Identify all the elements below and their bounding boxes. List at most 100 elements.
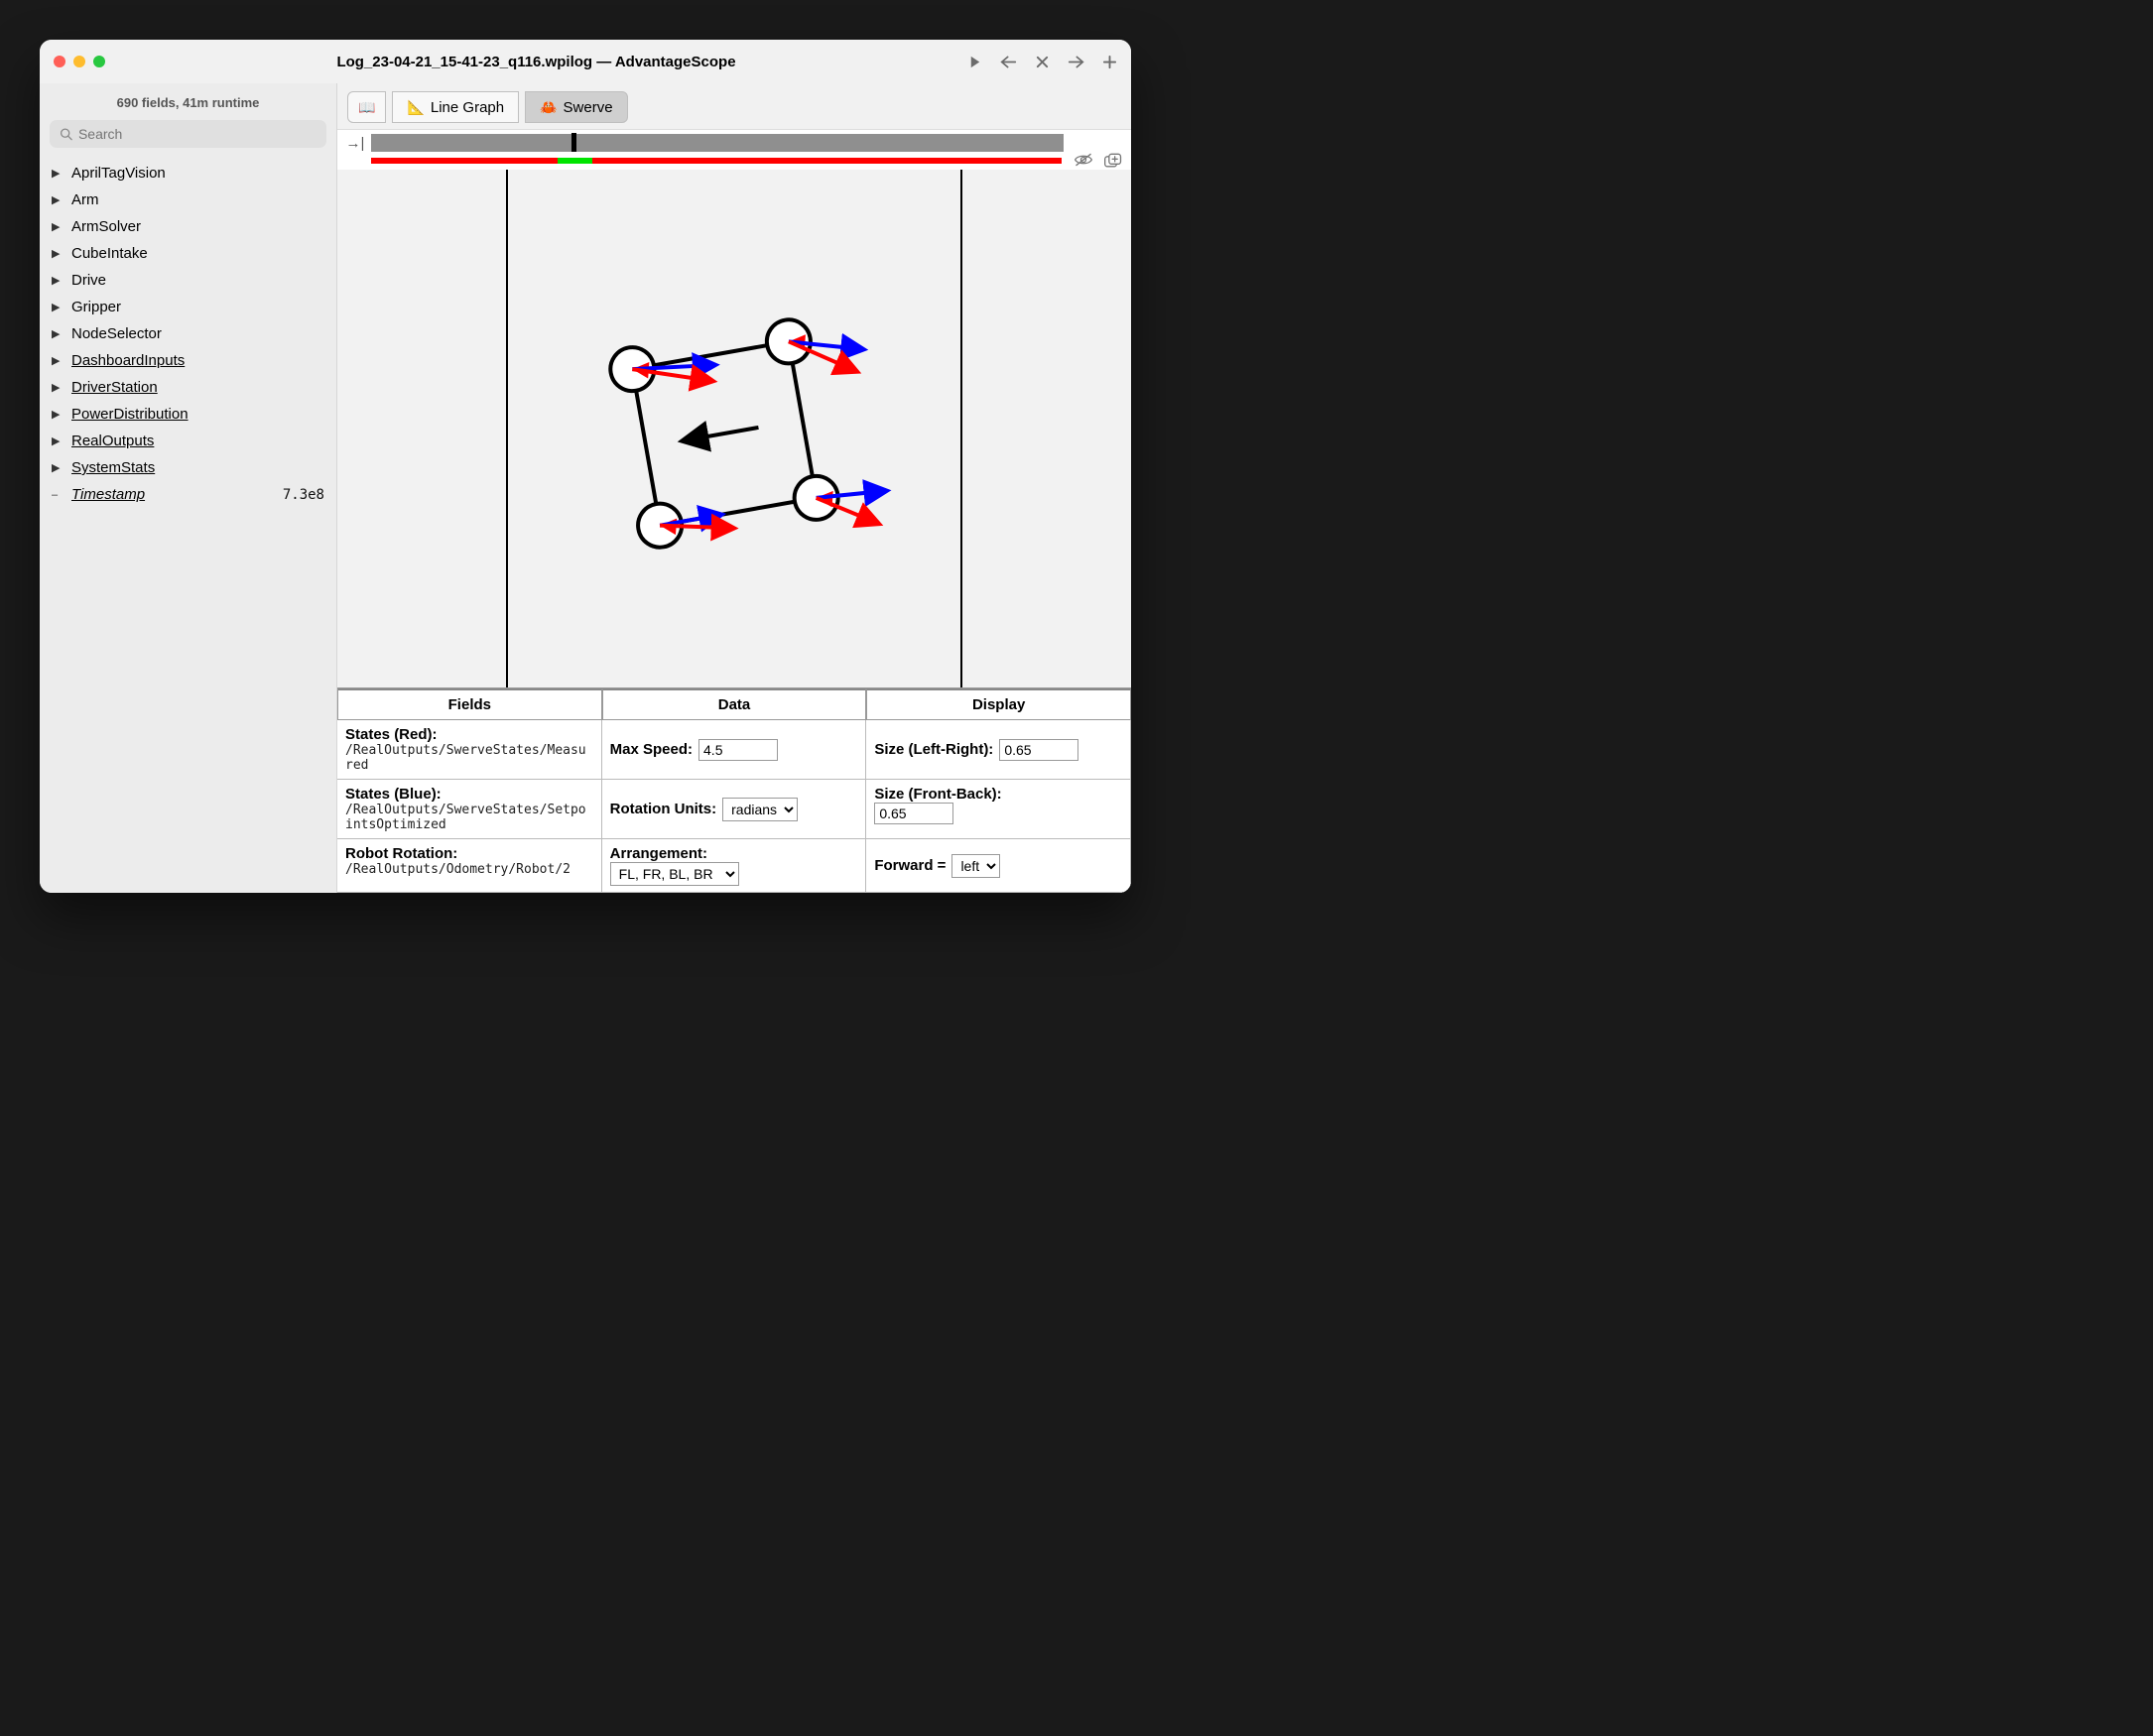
tree-item-systemstats[interactable]: ▶SystemStats	[50, 454, 326, 481]
play-icon[interactable]	[967, 55, 982, 69]
tree-item-arm[interactable]: ▶Arm	[50, 186, 326, 213]
tree-item-drive[interactable]: ▶ Drive	[50, 267, 326, 294]
titlebar-actions	[967, 55, 1117, 69]
disclosure-triangle-icon[interactable]: ▶	[52, 354, 62, 367]
display-label: Forward =	[874, 857, 946, 874]
tree-item-dashboardinputs[interactable]: ▶ DashboardInputs	[50, 347, 326, 374]
display-select[interactable]: left	[951, 854, 1000, 878]
display-input[interactable]	[999, 739, 1078, 761]
tree-item-label: DriverStation	[71, 379, 324, 396]
tab-icon: 📐	[407, 99, 424, 116]
search-input[interactable]	[78, 126, 317, 142]
data-select[interactable]: radians	[722, 798, 798, 821]
tree-item-label: Drive	[71, 272, 324, 289]
timeline-cursor[interactable]	[571, 133, 576, 153]
config-field-cell[interactable]: States (Blue):/RealOutputs/SwerveStates/…	[337, 780, 602, 839]
close-window-button[interactable]	[54, 56, 65, 67]
disclosure-triangle-icon[interactable]: ▶	[52, 193, 62, 206]
disclosure-triangle-icon[interactable]: ▶	[52, 247, 62, 260]
tree-item-nodeselector[interactable]: ▶ NodeSelector	[50, 320, 326, 347]
tree-item-realoutputs[interactable]: ▶ RealOutputs	[50, 428, 326, 454]
data-label: Rotation Units:	[610, 801, 716, 817]
search-box[interactable]	[50, 120, 326, 148]
tab-icon: 🦀	[540, 99, 557, 116]
disclosure-triangle-icon[interactable]: –	[52, 489, 62, 501]
close-icon[interactable]	[1035, 55, 1050, 69]
tree-item-apriltagvision[interactable]: ▶ AprilTagVision	[50, 160, 326, 186]
config-header: Fields	[337, 688, 602, 720]
config-data-cell: Rotation Units: radians	[602, 780, 867, 839]
maximize-window-button[interactable]	[93, 56, 105, 67]
config-field-cell[interactable]: Robot Rotation:/RealOutputs/Odometry/Rob…	[337, 839, 602, 893]
back-icon[interactable]	[1000, 55, 1017, 69]
enabled-bar-track[interactable]	[371, 158, 1062, 164]
config-header: Data	[602, 688, 867, 720]
swerve-canvas	[337, 170, 1131, 688]
disclosure-triangle-icon[interactable]: ▶	[52, 301, 62, 313]
visibility-icon[interactable]	[1074, 152, 1093, 170]
display-label: Size (Left-Right):	[874, 741, 993, 758]
tree-item-timestamp[interactable]: –Timestamp7.3e8	[50, 481, 326, 508]
forward-icon[interactable]	[1068, 55, 1084, 69]
config-display-cell: Forward = left	[866, 839, 1131, 893]
tree-item-label: ArmSolver	[71, 218, 324, 235]
data-input[interactable]	[698, 739, 778, 761]
config-table: FieldsDataDisplayStates (Red):/RealOutpu…	[337, 688, 1131, 893]
tree-item-label: Gripper	[71, 299, 324, 315]
tab-swerve[interactable]: 🦀 Swerve	[525, 91, 627, 123]
tab-line-graph[interactable]: 📐 Line Graph	[392, 91, 519, 123]
tree-item-powerdistribution[interactable]: ▶ PowerDistribution	[50, 401, 326, 428]
app-window: Log_23-04-21_15-41-23_q116.wpilog — Adva…	[40, 40, 1131, 893]
tree-item-label: CubeIntake	[71, 245, 324, 262]
enabled-bar	[337, 152, 1131, 170]
field-path: /RealOutputs/Odometry/Robot/2	[345, 862, 593, 877]
add-icon[interactable]	[1102, 55, 1117, 69]
tab-label: Swerve	[564, 99, 613, 116]
tree-item-label: NodeSelector	[71, 325, 324, 342]
disclosure-triangle-icon[interactable]: ▶	[52, 461, 62, 474]
sidebar: 690 fields, 41m runtime ▶AprilTagVision▶…	[40, 83, 337, 893]
timeline-scrubber[interactable]	[371, 134, 1064, 152]
window-title: Log_23-04-21_15-41-23_q116.wpilog — Adva…	[113, 54, 959, 70]
disclosure-triangle-icon[interactable]: ▶	[52, 167, 62, 180]
tree-item-cubeintake[interactable]: ▶ CubeIntake	[50, 240, 326, 267]
config-display-cell: Size (Left-Right):	[866, 720, 1131, 780]
main-panel: 📖 📐 Line Graph 🦀 Swerve →|	[337, 83, 1131, 893]
field-tree: ▶AprilTagVision▶Arm▶ArmSolver▶CubeIntake…	[40, 158, 336, 510]
tree-item-label: RealOutputs	[71, 433, 324, 449]
display-label: Size (Front-Back):	[874, 786, 1122, 803]
disclosure-triangle-icon[interactable]: ▶	[52, 381, 62, 394]
swerve-diagram	[556, 270, 913, 587]
tree-item-driverstation[interactable]: ▶ DriverStation	[50, 374, 326, 401]
tree-item-label: PowerDistribution	[71, 406, 324, 423]
timeline-row: →|	[337, 130, 1131, 152]
disclosure-triangle-icon[interactable]: ▶	[52, 408, 62, 421]
tab-overview[interactable]: 📖	[347, 91, 386, 123]
config-header: Display	[866, 688, 1131, 720]
window-traffic-lights	[54, 56, 105, 67]
data-label: Max Speed:	[610, 741, 693, 758]
config-field-cell[interactable]: States (Red):/RealOutputs/SwerveStates/M…	[337, 720, 602, 780]
disclosure-triangle-icon[interactable]: ▶	[52, 327, 62, 340]
tab-icon: 📖	[358, 99, 375, 116]
search-icon	[60, 127, 72, 141]
jump-to-end-icon[interactable]: →|	[345, 135, 365, 152]
add-overlay-icon[interactable]	[1103, 152, 1123, 170]
minimize-window-button[interactable]	[73, 56, 85, 67]
tree-item-gripper[interactable]: ▶ Gripper	[50, 294, 326, 320]
disclosure-triangle-icon[interactable]: ▶	[52, 434, 62, 447]
canvas-frame	[506, 170, 962, 687]
config-display-cell: Size (Front-Back):	[866, 780, 1131, 839]
disclosure-triangle-icon[interactable]: ▶	[52, 274, 62, 287]
data-select[interactable]: FL, FR, BL, BR	[610, 862, 739, 886]
sidebar-summary: 690 fields, 41m runtime	[40, 87, 336, 120]
app-body: 690 fields, 41m runtime ▶AprilTagVision▶…	[40, 83, 1131, 893]
tab-label: Line Graph	[431, 99, 504, 116]
disclosure-triangle-icon[interactable]: ▶	[52, 220, 62, 233]
tree-item-label: AprilTagVision	[71, 165, 324, 182]
tree-item-label: DashboardInputs	[71, 352, 324, 369]
display-input[interactable]	[874, 803, 953, 824]
field-label: States (Red):	[345, 726, 593, 743]
field-path: /RealOutputs/SwerveStates/SetpointsOptim…	[345, 803, 593, 832]
tree-item-armsolver[interactable]: ▶ ArmSolver	[50, 213, 326, 240]
